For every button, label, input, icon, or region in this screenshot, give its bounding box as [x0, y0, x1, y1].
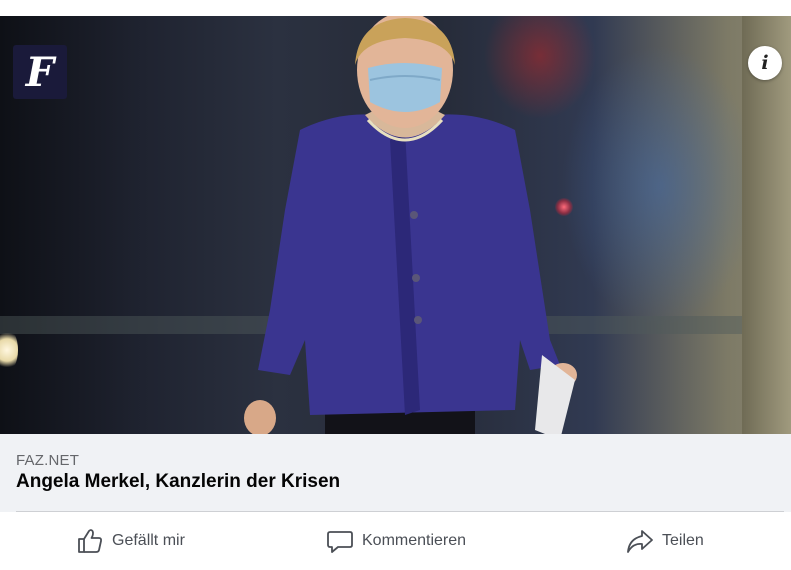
info-icon: i	[761, 52, 769, 74]
background-lamp	[0, 328, 18, 372]
share-arrow-icon	[627, 530, 653, 553]
action-bar: Gefällt mir Kommentieren Teilen	[0, 512, 791, 570]
comment-label: Kommentieren	[362, 532, 467, 549]
thumbs-up-icon	[78, 529, 102, 553]
publisher-logo[interactable]: F	[13, 45, 67, 99]
link-preview[interactable]: FAZ.NET Angela Merkel, Kanzlerin der Kri…	[0, 434, 791, 512]
comment-button[interactable]: Kommentieren	[326, 526, 466, 556]
info-button[interactable]: i	[748, 46, 782, 80]
like-button[interactable]: Gefällt mir	[76, 526, 185, 556]
post-image[interactable]: F i	[0, 16, 791, 434]
publisher-logo-letter: F	[25, 48, 55, 96]
speech-bubble-icon	[327, 531, 353, 553]
person-figure	[244, 16, 577, 434]
share-button[interactable]: Teilen	[626, 526, 704, 556]
share-label: Teilen	[662, 532, 704, 549]
like-label: Gefällt mir	[112, 532, 185, 549]
link-title[interactable]: Angela Merkel, Kanzlerin der Krisen	[16, 471, 340, 493]
link-domain: FAZ.NET	[16, 452, 80, 469]
